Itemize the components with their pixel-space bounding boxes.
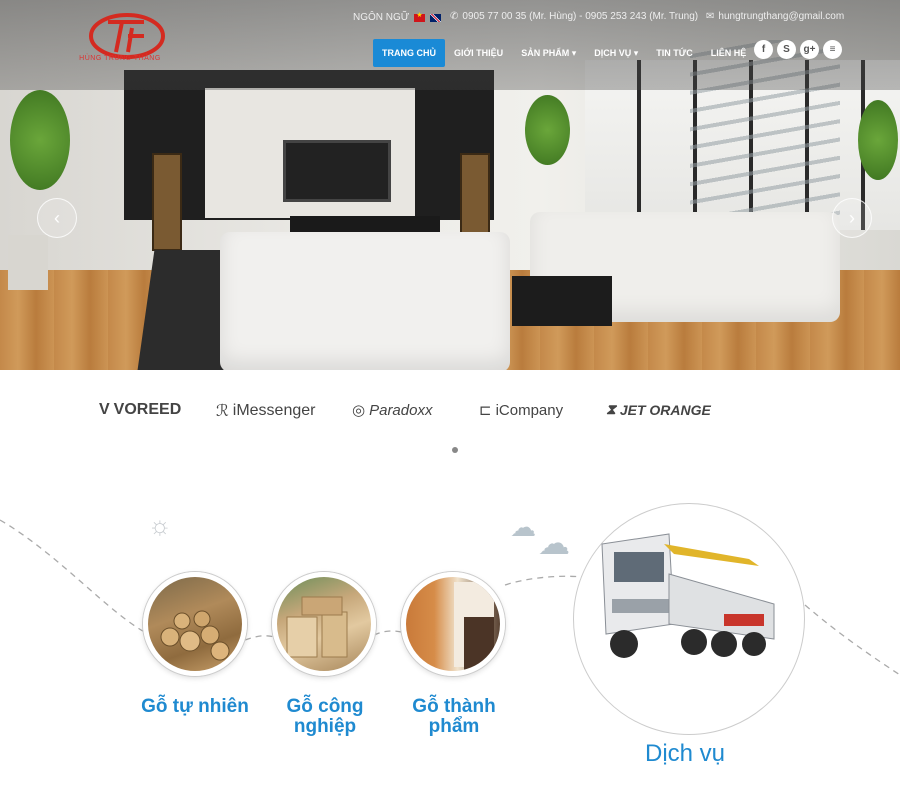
flag-vietnam-icon[interactable]	[414, 11, 426, 22]
service-label-finished-wood[interactable]: Gỗ thành phẩm	[389, 697, 519, 737]
nav-item-news[interactable]: TIN TỨC	[647, 39, 701, 67]
partner-logos: V VOREED ℛ iMessenger ◎ Paradoxx ⊏ iComp…	[0, 395, 900, 445]
hero-plant-left	[10, 90, 70, 190]
hero-plant-middle	[525, 95, 570, 165]
truck-icon	[601, 533, 775, 658]
service-image-truck[interactable]	[573, 503, 805, 735]
voreed-icon: V	[99, 401, 110, 418]
nav-item-home[interactable]: TRANG CHỦ	[373, 39, 445, 67]
icompany-icon: ⊏	[479, 402, 492, 419]
jetorange-icon: ⧗	[606, 401, 616, 417]
service-image-industrial-wood[interactable]	[272, 572, 376, 676]
hero-coffee-table	[512, 276, 612, 326]
service-image-natural-wood[interactable]	[143, 572, 247, 676]
nav-item-services[interactable]: DỊCH VỤ ▾	[585, 39, 647, 67]
service-label-transport[interactable]: Dịch vụ	[645, 740, 725, 768]
hero-speaker-left	[152, 153, 182, 251]
google-plus-icon[interactable]: g+	[800, 40, 819, 59]
email-text[interactable]: hungtrungthang@gmail.com	[718, 11, 844, 22]
service-image-finished-wood[interactable]	[401, 572, 505, 676]
header-phone: ✆ 0905 77 00 35 (Mr. Hùng) - 0905 253 24…	[450, 11, 698, 22]
cloud-icon: ☁	[538, 525, 570, 561]
hero-sofa-left	[220, 232, 510, 370]
nav-item-products[interactable]: SẢN PHẨM ▾	[512, 39, 585, 67]
partner-logo-jetorange[interactable]: ⧗ JET ORANGE	[606, 401, 711, 418]
sun-icon: ☼	[148, 510, 172, 540]
site-header: HÙNG TRUNG THẮNG NGÔN NGỮ ✆ 0905 77 00 3…	[0, 0, 900, 90]
language-switcher: NGÔN NGỮ	[353, 11, 442, 23]
partner-logo-imessenger[interactable]: ℛ iMessenger	[216, 401, 315, 421]
partner-logo-voreed[interactable]: V VOREED	[99, 401, 181, 419]
service-label-natural-wood[interactable]: Gỗ tự nhiên	[130, 697, 260, 717]
service-label-industrial-wood[interactable]: Gỗ công nghiệp	[260, 697, 390, 737]
partner-logo-icompany[interactable]: ⊏ iCompany	[479, 401, 563, 420]
phone-icon: ✆	[450, 11, 459, 22]
cloud-icon: ☁	[510, 512, 536, 542]
zalo-icon[interactable]: ≡	[823, 40, 842, 59]
hero-plant-right	[858, 100, 898, 180]
nav-item-contact[interactable]: LIÊN HỆ	[702, 39, 756, 67]
partner-logo-paradoxx[interactable]: ◎ Paradoxx	[352, 401, 432, 420]
nav-item-about[interactable]: GIỚI THIỆU	[445, 39, 512, 67]
logo-text: HÙNG TRUNG THẮNG	[79, 55, 161, 62]
carousel-dot[interactable]	[452, 447, 458, 453]
header-email: ✉ hungtrungthang@gmail.com	[706, 11, 844, 22]
main-nav: TRANG CHỦ GIỚI THIỆU SẢN PHẨM ▾ DỊCH VỤ …	[373, 39, 755, 67]
paradoxx-icon: ◎	[352, 402, 366, 419]
hero-tv	[283, 140, 391, 202]
skype-icon[interactable]: S	[777, 40, 796, 59]
social-links: f S g+ ≡	[754, 40, 842, 59]
facebook-icon[interactable]: f	[754, 40, 773, 59]
phone-text: 0905 77 00 35 (Mr. Hùng) - 0905 253 243 …	[462, 11, 699, 22]
mail-icon: ✉	[706, 11, 715, 22]
flag-uk-icon[interactable]	[430, 13, 442, 22]
hero-plant-pot-left	[8, 235, 48, 290]
language-label: NGÔN NGỮ	[353, 12, 410, 23]
slider-next-icon[interactable]: ›	[832, 198, 872, 238]
slider-prev-icon[interactable]: ‹	[37, 198, 77, 238]
imessenger-icon: ℛ	[216, 403, 229, 420]
